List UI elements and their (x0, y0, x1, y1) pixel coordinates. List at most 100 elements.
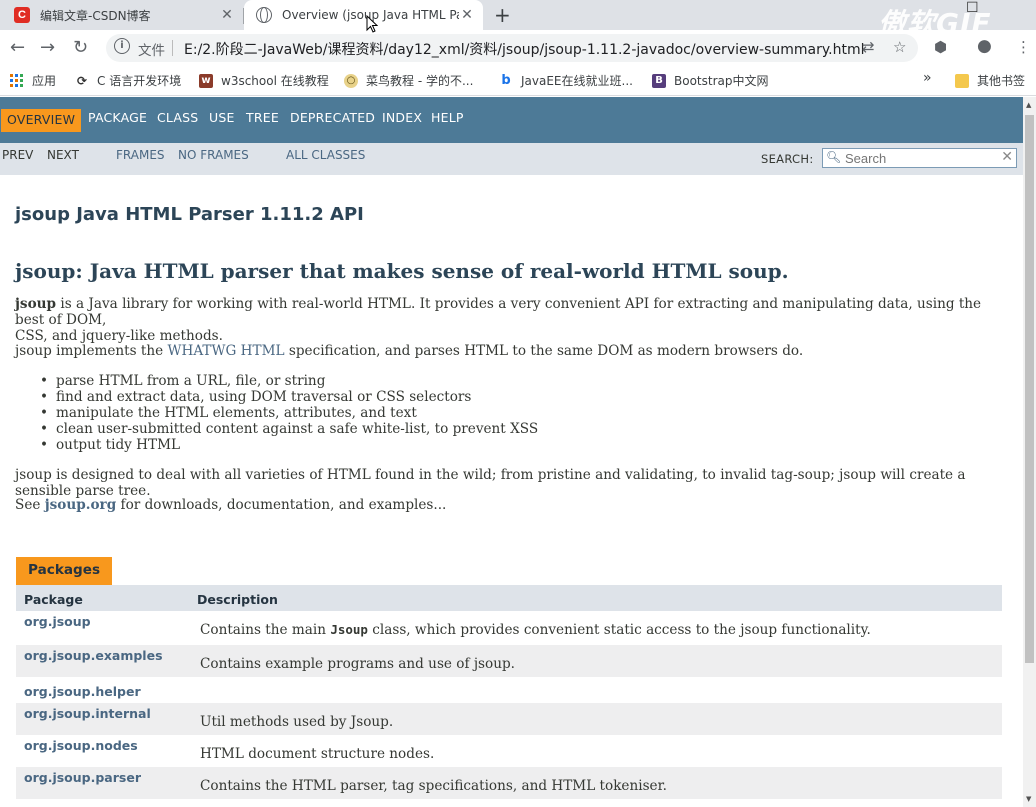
bookmark-w3school[interactable]: w w3school 在线教程 (199, 72, 329, 89)
bookmarks-overflow-button[interactable]: » (923, 70, 932, 86)
scrollbar-thumb[interactable] (1025, 115, 1034, 663)
bookmark-label: w3school 在线教程 (221, 74, 329, 88)
package-description: Util methods used by Jsoup. (200, 714, 394, 730)
package-link[interactable]: org.jsoup.helper (24, 684, 141, 699)
csdn-icon: C (14, 7, 30, 23)
package-description: HTML document structure nodes. (200, 746, 435, 762)
bookmark-runoob[interactable]: ○ 菜鸟教程 - 学的不... (344, 72, 473, 89)
close-icon[interactable]: ✕ (459, 7, 475, 23)
jsoup-class-link[interactable]: Jsoup (330, 622, 368, 637)
see-paragraph: See jsoup.org for downloads, documentati… (15, 497, 1005, 513)
bookmark-apps[interactable]: 应用 (10, 72, 56, 89)
nav-overview[interactable]: OVERVIEW (1, 109, 82, 132)
bookmark-label: 菜鸟教程 - 学的不... (366, 74, 474, 88)
nav-no-frames[interactable]: NO FRAMES (178, 148, 249, 162)
info-icon[interactable]: i (114, 38, 130, 54)
tab-csdn[interactable]: C 编辑文章-CSDN博客 ✕ (0, 0, 243, 30)
other-bookmarks[interactable]: 其他书签 (955, 72, 1025, 89)
packages-table: Package Description org.jsoup Contains t… (16, 585, 1002, 799)
security-label: 文件 (138, 43, 165, 59)
javadoc-top-nav: OVERVIEW PACKAGE CLASS USE TREE DEPRECAT… (0, 97, 1023, 143)
whatwg-link[interactable]: WHATWG HTML (168, 343, 285, 359)
nav-index[interactable]: INDEX (382, 110, 422, 125)
package-link[interactable]: org.jsoup.internal (24, 706, 151, 721)
list-item: clean user-submitted content against a s… (40, 421, 538, 437)
nav-tree[interactable]: TREE (246, 110, 279, 125)
scroll-up-icon[interactable]: ▲ (1026, 101, 1031, 109)
sync-icon: ⟳ (76, 73, 88, 88)
nav-all-classes[interactable]: ALL CLASSES (286, 148, 365, 162)
package-description: Contains example programs and use of jso… (200, 656, 515, 672)
bookmark-star-icon[interactable]: ☆ (893, 38, 906, 56)
menu-icon[interactable]: ⋮ (1016, 38, 1031, 56)
package-link[interactable]: org.jsoup.examples (24, 648, 163, 663)
search-box: 🔍︎ ✕ (822, 148, 1017, 168)
bookmark-label: Bootstrap中文网 (674, 74, 769, 88)
folder-icon (955, 73, 969, 88)
see-text-2: for downloads, documentation, and exampl… (116, 497, 447, 513)
col-description: Description (197, 592, 278, 607)
nav-next: NEXT (47, 148, 79, 162)
tab-strip: C 编辑文章-CSDN博客 ✕ Overview (jsoup Java HTM… (0, 0, 1036, 40)
profile-icon[interactable]: ● (977, 36, 992, 56)
search-input[interactable] (845, 150, 995, 166)
apps-grid-icon (10, 73, 24, 88)
reload-icon[interactable]: ↻ (73, 37, 88, 58)
close-icon[interactable]: ✕ (219, 7, 235, 23)
table-row: org.jsoup.internal Util methods used by … (16, 703, 1002, 735)
forward-icon[interactable]: → (40, 37, 55, 58)
implements-paragraph: jsoup implements the WHATWG HTML specifi… (15, 343, 1005, 359)
bookmark-bootstrap[interactable]: B Bootstrap中文网 (652, 72, 768, 89)
table-row: org.jsoup.helper (16, 677, 1002, 703)
vertical-scrollbar[interactable]: ▲ ▼ (1023, 97, 1036, 807)
other-bookmarks-label: 其他书签 (977, 74, 1026, 88)
tab-overview[interactable]: Overview (jsoup Java HTML Pa ✕ (244, 0, 483, 30)
implements-text-2: specification, and parses HTML to the sa… (284, 343, 804, 359)
new-tab-button[interactable]: + (494, 3, 511, 27)
overview-heading: jsoup: Java HTML parser that makes sense… (15, 259, 789, 283)
nav-deprecated[interactable]: DEPRECATED (290, 110, 375, 125)
package-link[interactable]: org.jsoup (24, 614, 91, 629)
runoob-icon: ○ (344, 73, 358, 88)
implements-text: jsoup implements the (15, 343, 168, 359)
clear-search-icon[interactable]: ✕ (1001, 149, 1013, 165)
nav-help[interactable]: HELP (431, 110, 464, 125)
package-description: Contains the HTML parser, tag specificat… (200, 778, 667, 794)
bookmark-label: 应用 (32, 74, 57, 88)
intro-paragraph: jsoup is a Java library for working with… (15, 296, 1005, 344)
list-item: find and extract data, using DOM travers… (40, 389, 538, 405)
package-link[interactable]: org.jsoup.nodes (24, 738, 138, 753)
bookmark-label: C 语言开发环境 (97, 74, 182, 88)
intro-bold: jsoup (15, 296, 57, 312)
page-title: jsoup Java HTML Parser 1.11.2 API (15, 204, 364, 225)
javadoc-sub-nav: PREV NEXT FRAMES NO FRAMES ALL CLASSES S… (0, 143, 1023, 175)
nav-use[interactable]: USE (209, 110, 235, 125)
mouse-cursor-icon (366, 15, 378, 33)
translate-icon[interactable]: ⇄ (862, 38, 875, 56)
table-row: org.jsoup Contains the main Jsoup class,… (16, 611, 1002, 645)
back-icon[interactable]: ← (10, 37, 25, 58)
nav-class[interactable]: CLASS (157, 110, 198, 125)
bookmark-c-env[interactable]: ⟳ C 语言开发环境 (75, 72, 181, 89)
designed-paragraph: jsoup is designed to deal with all varie… (15, 467, 966, 499)
maximize-icon[interactable]: ☐ (966, 0, 979, 16)
intro-text: is a Java library for working with real-… (15, 296, 982, 328)
bootstrap-icon: B (652, 73, 666, 88)
url-text[interactable]: E:/2.阶段二-JavaWeb/课程资料/day12_xml/资料/jsoup… (184, 39, 865, 59)
bookmarks-bar: 应用 ⟳ C 语言开发环境 w w3school 在线教程 ○ 菜鸟教程 - 学… (0, 66, 1036, 96)
package-link[interactable]: org.jsoup.parser (24, 770, 141, 785)
jsoup-org-link[interactable]: jsoup.org (45, 497, 117, 513)
scroll-down-icon[interactable]: ▼ (1026, 795, 1031, 803)
bookmark-javaee[interactable]: b JavaEE在线就业班... (499, 72, 633, 89)
bing-icon: b (501, 73, 511, 88)
extension-icon[interactable]: ⬢ (934, 38, 947, 56)
table-header: Package Description (16, 585, 1002, 611)
feature-list: parse HTML from a URL, file, or string f… (40, 373, 538, 453)
nav-package[interactable]: PACKAGE (88, 110, 147, 125)
search-icon: 🔍︎ (826, 150, 842, 164)
nav-frames[interactable]: FRAMES (116, 148, 165, 162)
desc-text: Contains the main (200, 622, 331, 638)
search-label: SEARCH: (761, 152, 814, 166)
list-item: parse HTML from a URL, file, or string (40, 373, 538, 389)
list-item: output tidy HTML (40, 437, 538, 453)
